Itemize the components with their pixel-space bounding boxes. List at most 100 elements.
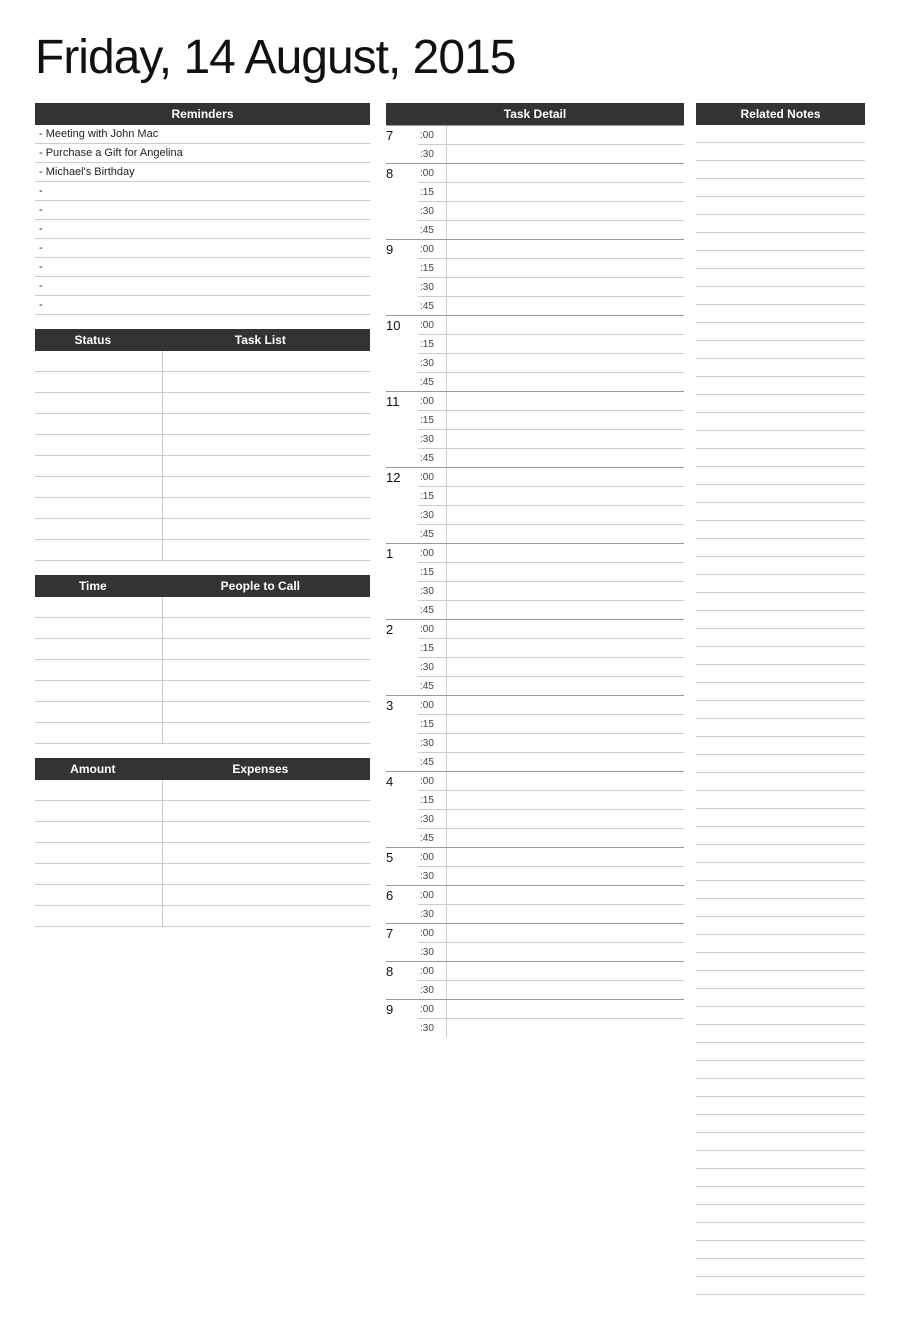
- note-line[interactable]: [696, 1223, 865, 1241]
- note-line[interactable]: [696, 575, 865, 593]
- slot-content[interactable]: [446, 981, 684, 999]
- slot-content[interactable]: [446, 259, 684, 277]
- slot-content[interactable]: [446, 525, 684, 543]
- note-line[interactable]: [696, 1187, 865, 1205]
- note-line[interactable]: [696, 467, 865, 485]
- slot-content[interactable]: [446, 1019, 684, 1037]
- note-line[interactable]: [696, 1043, 865, 1061]
- note-line[interactable]: [696, 143, 865, 161]
- note-line[interactable]: [696, 1115, 865, 1133]
- note-line[interactable]: [696, 1277, 865, 1295]
- slot-content[interactable]: [446, 449, 684, 467]
- note-line[interactable]: [696, 773, 865, 791]
- slot-content[interactable]: [446, 829, 684, 847]
- note-line[interactable]: [696, 125, 865, 143]
- note-line[interactable]: [696, 1079, 865, 1097]
- note-line[interactable]: [696, 701, 865, 719]
- slot-content[interactable]: [446, 1000, 684, 1018]
- note-line[interactable]: [696, 647, 865, 665]
- note-line[interactable]: [696, 953, 865, 971]
- note-line[interactable]: [696, 791, 865, 809]
- slot-content[interactable]: [446, 126, 684, 144]
- slot-content[interactable]: [446, 202, 684, 220]
- slot-content[interactable]: [446, 373, 684, 391]
- note-line[interactable]: [696, 1259, 865, 1277]
- slot-content[interactable]: [446, 639, 684, 657]
- note-line[interactable]: [696, 395, 865, 413]
- note-line[interactable]: [696, 413, 865, 431]
- note-line[interactable]: [696, 1025, 865, 1043]
- slot-content[interactable]: [446, 563, 684, 581]
- slot-content[interactable]: [446, 544, 684, 562]
- note-line[interactable]: [696, 1151, 865, 1169]
- note-line[interactable]: [696, 683, 865, 701]
- slot-content[interactable]: [446, 335, 684, 353]
- note-line[interactable]: [696, 269, 865, 287]
- note-line[interactable]: [696, 323, 865, 341]
- slot-content[interactable]: [446, 468, 684, 486]
- note-line[interactable]: [696, 917, 865, 935]
- note-line[interactable]: [696, 431, 865, 449]
- note-line[interactable]: [696, 593, 865, 611]
- slot-content[interactable]: [446, 715, 684, 733]
- note-line[interactable]: [696, 503, 865, 521]
- slot-content[interactable]: [446, 924, 684, 942]
- slot-content[interactable]: [446, 354, 684, 372]
- note-line[interactable]: [696, 881, 865, 899]
- note-line[interactable]: [696, 1241, 865, 1259]
- slot-content[interactable]: [446, 411, 684, 429]
- slot-content[interactable]: [446, 221, 684, 239]
- slot-content[interactable]: [446, 487, 684, 505]
- note-line[interactable]: [696, 1061, 865, 1079]
- slot-content[interactable]: [446, 848, 684, 866]
- slot-content[interactable]: [446, 183, 684, 201]
- slot-content[interactable]: [446, 791, 684, 809]
- slot-content[interactable]: [446, 601, 684, 619]
- note-line[interactable]: [696, 971, 865, 989]
- note-line[interactable]: [696, 197, 865, 215]
- note-line[interactable]: [696, 1097, 865, 1115]
- note-line[interactable]: [696, 521, 865, 539]
- note-line[interactable]: [696, 485, 865, 503]
- note-line[interactable]: [696, 215, 865, 233]
- note-line[interactable]: [696, 251, 865, 269]
- slot-content[interactable]: [446, 962, 684, 980]
- note-line[interactable]: [696, 665, 865, 683]
- slot-content[interactable]: [446, 943, 684, 961]
- note-line[interactable]: [696, 233, 865, 251]
- slot-content[interactable]: [446, 734, 684, 752]
- slot-content[interactable]: [446, 658, 684, 676]
- note-line[interactable]: [696, 719, 865, 737]
- note-line[interactable]: [696, 845, 865, 863]
- slot-content[interactable]: [446, 297, 684, 315]
- note-line[interactable]: [696, 161, 865, 179]
- note-line[interactable]: [696, 539, 865, 557]
- slot-content[interactable]: [446, 696, 684, 714]
- note-line[interactable]: [696, 827, 865, 845]
- note-line[interactable]: [696, 179, 865, 197]
- slot-content[interactable]: [446, 867, 684, 885]
- note-line[interactable]: [696, 1133, 865, 1151]
- note-line[interactable]: [696, 899, 865, 917]
- slot-content[interactable]: [446, 620, 684, 638]
- note-line[interactable]: [696, 629, 865, 647]
- slot-content[interactable]: [446, 278, 684, 296]
- slot-content[interactable]: [446, 316, 684, 334]
- note-line[interactable]: [696, 737, 865, 755]
- slot-content[interactable]: [446, 810, 684, 828]
- note-line[interactable]: [696, 359, 865, 377]
- slot-content[interactable]: [446, 677, 684, 695]
- note-line[interactable]: [696, 809, 865, 827]
- note-line[interactable]: [696, 611, 865, 629]
- note-line[interactable]: [696, 935, 865, 953]
- note-line[interactable]: [696, 377, 865, 395]
- slot-content[interactable]: [446, 886, 684, 904]
- slot-content[interactable]: [446, 582, 684, 600]
- note-line[interactable]: [696, 989, 865, 1007]
- slot-content[interactable]: [446, 506, 684, 524]
- note-line[interactable]: [696, 755, 865, 773]
- note-line[interactable]: [696, 1169, 865, 1187]
- slot-content[interactable]: [446, 753, 684, 771]
- slot-content[interactable]: [446, 145, 684, 163]
- note-line[interactable]: [696, 449, 865, 467]
